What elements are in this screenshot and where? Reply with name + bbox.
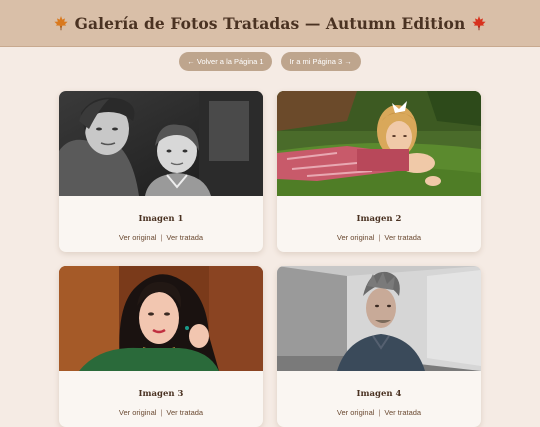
- card-title: Imagen 1: [138, 214, 184, 224]
- page-title: Galería de Fotos Tratadas — Autumn Editi…: [74, 13, 466, 33]
- pagination-nav: ← Volver a la Página 1 Ir a mi Página 3 …: [0, 52, 540, 71]
- card-links: Ver original | Ver tratada: [277, 233, 481, 242]
- go-to-page-3-button[interactable]: Ir a mi Página 3 →: [280, 52, 361, 71]
- photo-thumbnail[interactable]: [59, 91, 263, 196]
- link-separator: |: [378, 233, 381, 242]
- photo-thumbnail[interactable]: [277, 91, 481, 196]
- view-treated-link[interactable]: Ver tratada: [384, 408, 421, 417]
- gallery-card: Imagen 3 Ver original | Ver tratada: [59, 266, 263, 427]
- view-treated-link[interactable]: Ver tratada: [166, 233, 203, 242]
- view-treated-link[interactable]: Ver tratada: [166, 408, 203, 417]
- gallery-card: Imagen 2 Ver original | Ver tratada: [277, 91, 481, 252]
- page-title-row: Galería de Fotos Tratadas — Autumn Editi…: [53, 14, 488, 33]
- gallery-card: Imagen 4 Ver original | Ver tratada: [277, 266, 481, 427]
- card-links: Ver original | Ver tratada: [59, 233, 263, 242]
- gallery-card: Imagen 1 Ver original | Ver tratada: [59, 91, 263, 252]
- view-original-link[interactable]: Ver original: [337, 408, 375, 417]
- view-treated-link[interactable]: Ver tratada: [384, 233, 421, 242]
- back-to-page-1-button[interactable]: ← Volver a la Página 1: [179, 52, 272, 71]
- link-separator: |: [378, 408, 381, 417]
- photo-thumbnail[interactable]: [277, 266, 481, 371]
- card-links: Ver original | Ver tratada: [277, 408, 481, 417]
- view-original-link[interactable]: Ver original: [119, 233, 157, 242]
- view-original-link[interactable]: Ver original: [337, 233, 375, 242]
- link-separator: |: [160, 408, 163, 417]
- page-header: Galería de Fotos Tratadas — Autumn Editi…: [0, 0, 540, 47]
- card-title: Imagen 2: [356, 214, 402, 224]
- card-title: Imagen 4: [356, 389, 402, 399]
- view-original-link[interactable]: Ver original: [119, 408, 157, 417]
- photo-thumbnail[interactable]: [59, 266, 263, 371]
- maple-leaf-icon: [54, 16, 68, 31]
- card-title: Imagen 3: [138, 389, 184, 399]
- card-links: Ver original | Ver tratada: [59, 408, 263, 417]
- maple-leaf-icon: [472, 16, 486, 31]
- link-separator: |: [160, 233, 163, 242]
